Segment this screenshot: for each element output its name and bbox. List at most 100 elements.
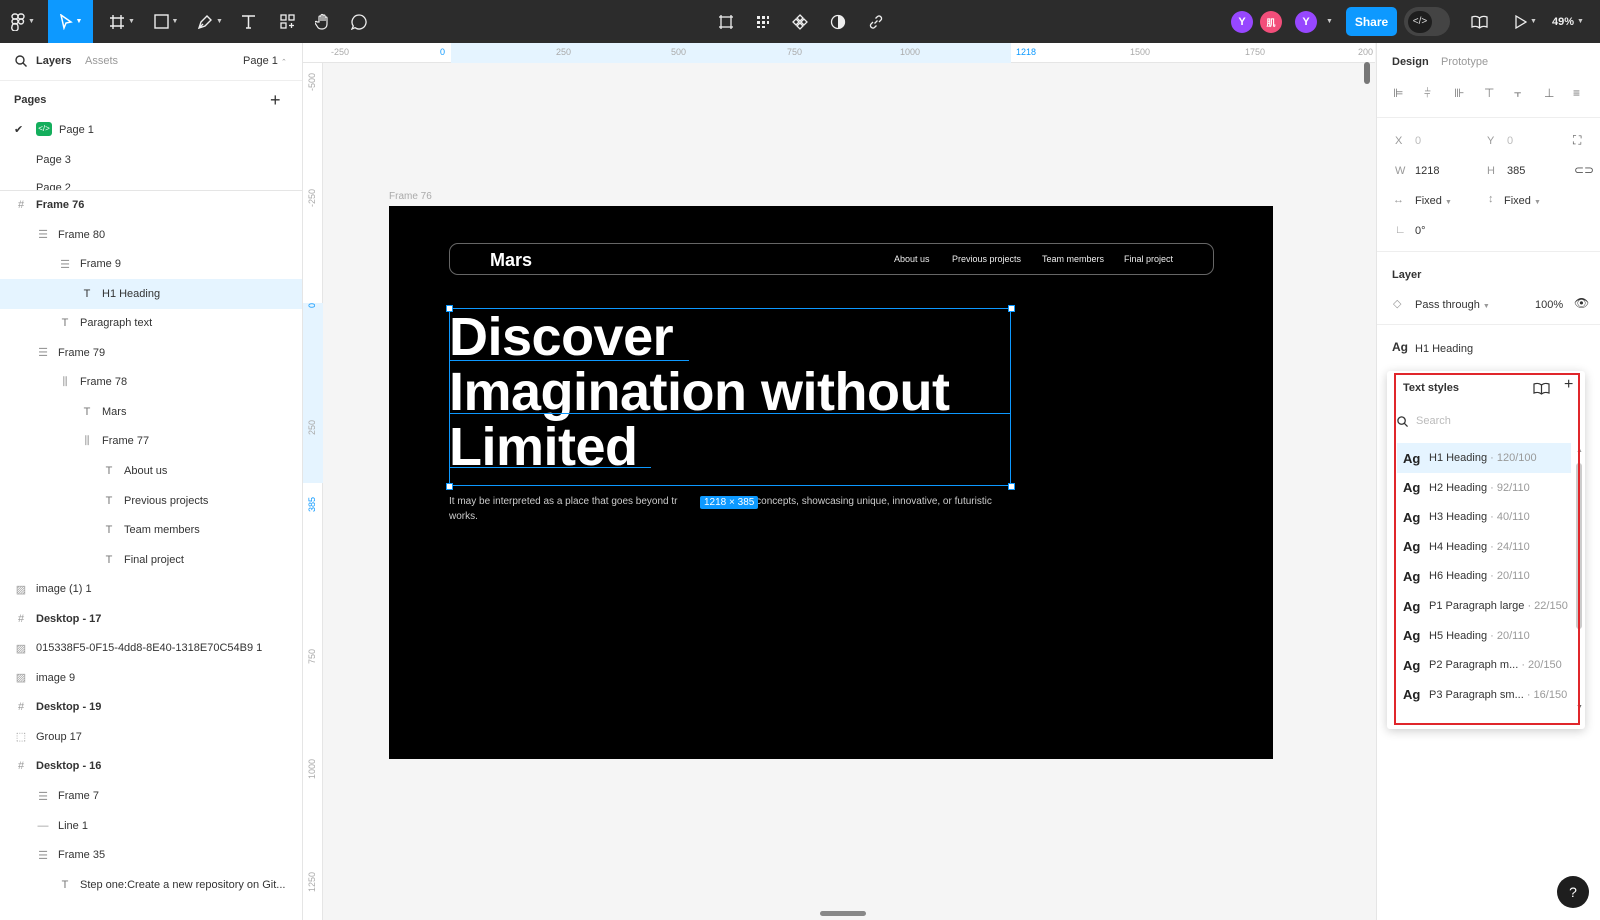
create-component-button[interactable] xyxy=(789,0,811,43)
layer-row[interactable]: ⬚ Group 17 xyxy=(0,722,302,752)
opacity-field[interactable]: 100% xyxy=(1535,299,1563,311)
align-left-icon[interactable]: ⊫ xyxy=(1393,86,1409,102)
nav-bar[interactable]: Mars About us Previous projects Team mem… xyxy=(449,243,1214,275)
layer-row[interactable]: ☰ Frame 7 xyxy=(0,781,302,811)
constrain-proportions-icon[interactable]: ⊂⊃ xyxy=(1574,163,1594,177)
align-top-icon[interactable]: ⊤ xyxy=(1484,86,1500,102)
auto-layout-grid-button[interactable] xyxy=(752,0,774,43)
layer-row[interactable]: ⫼ Frame 78 xyxy=(0,367,302,397)
layer-row[interactable]: T Previous projects xyxy=(0,486,302,516)
layer-name: About us xyxy=(124,464,168,477)
pen-tool-button[interactable]: ▼ xyxy=(190,0,230,43)
text-tool-button[interactable] xyxy=(236,0,260,43)
layer-name: Frame 9 xyxy=(80,258,121,271)
align-center-horizontal-icon[interactable]: ⫩ xyxy=(1424,86,1440,102)
avatar[interactable]: Y xyxy=(1231,11,1253,33)
layer-row[interactable]: T Team members xyxy=(0,515,302,545)
main-menu-button[interactable]: ▼ xyxy=(6,0,40,43)
resize-handle[interactable] xyxy=(1008,483,1015,490)
zoom-dropdown[interactable]: 49% ▼ xyxy=(1552,0,1584,43)
tab-design[interactable]: Design xyxy=(1392,56,1429,68)
canvas-scrollbar-vertical[interactable] xyxy=(1364,62,1370,84)
y-field[interactable]: 0 xyxy=(1507,135,1513,147)
resources-button[interactable] xyxy=(276,0,298,43)
layer-name: Desktop - 16 xyxy=(36,760,102,773)
text-style-current[interactable]: H1 Heading xyxy=(1415,343,1473,355)
width-field[interactable]: 1218 xyxy=(1415,165,1439,177)
layer-row[interactable]: # Desktop - 17 xyxy=(0,604,302,634)
add-page-icon[interactable]: + xyxy=(270,90,281,111)
tab-prototype[interactable]: Prototype xyxy=(1441,56,1488,68)
move-tool-button[interactable]: ▼ xyxy=(48,0,93,43)
layer-row[interactable]: ⫼ Frame 77 xyxy=(0,426,302,456)
avatars-dropdown-icon[interactable]: ▼ xyxy=(1326,18,1333,25)
rotation-field[interactable]: 0° xyxy=(1415,225,1426,237)
resize-handle[interactable] xyxy=(446,305,453,312)
x-field[interactable]: 0 xyxy=(1415,135,1421,147)
comment-tool-button[interactable] xyxy=(348,0,370,43)
page-item[interactable]: Page 1 xyxy=(59,124,94,136)
layer-row[interactable]: ▨ image (1) 1 xyxy=(0,574,302,604)
layer-name: Frame 80 xyxy=(58,228,106,241)
align-right-icon[interactable]: ⊪ xyxy=(1454,86,1470,102)
tab-assets[interactable]: Assets xyxy=(85,55,118,67)
layer-row[interactable]: # Frame 76 xyxy=(0,190,302,220)
layer-row[interactable]: T Mars xyxy=(0,397,302,427)
nav-link-projects[interactable]: Previous projects xyxy=(952,254,1021,264)
text-baseline xyxy=(449,413,1011,414)
tab-layers[interactable]: Layers xyxy=(36,55,71,67)
layer-row[interactable]: ☰ Frame 35 xyxy=(0,840,302,870)
layer-row[interactable]: T About us xyxy=(0,456,302,486)
nav-logo[interactable]: Mars xyxy=(490,250,532,271)
blend-mode-select[interactable]: Pass through ▼ xyxy=(1415,299,1490,311)
search-icon[interactable] xyxy=(15,55,27,67)
eye-icon[interactable]: 👁 xyxy=(1574,296,1589,310)
layer-row[interactable]: T H1 Heading xyxy=(0,278,302,309)
avatar[interactable]: 肌 xyxy=(1260,11,1282,33)
layer-name: image 9 xyxy=(36,671,76,684)
shape-tool-button[interactable]: ▼ xyxy=(146,0,186,43)
frame-label[interactable]: Frame 76 xyxy=(389,191,432,202)
crop-button[interactable] xyxy=(715,0,737,43)
align-center-vertical-icon[interactable]: ⫟ xyxy=(1514,86,1530,102)
layer-row[interactable]: T Final project xyxy=(0,545,302,575)
nav-link-about[interactable]: About us xyxy=(894,254,930,264)
height-field[interactable]: 385 xyxy=(1507,165,1525,177)
canvas-scrollbar-horizontal[interactable] xyxy=(820,911,866,916)
layer-row[interactable]: — Line 1 xyxy=(0,811,302,841)
layer-row[interactable]: ☰ Frame 79 xyxy=(0,338,302,368)
share-button[interactable]: Share xyxy=(1346,7,1397,36)
mask-button[interactable] xyxy=(827,0,849,43)
layer-row[interactable]: # Desktop - 16 xyxy=(0,751,302,781)
layer-row[interactable]: T Step one:Create a new repository on Git… xyxy=(0,870,302,900)
hand-tool-button[interactable] xyxy=(312,0,334,43)
layer-row[interactable]: ▨ image 9 xyxy=(0,663,302,693)
constraints-icon[interactable]: ⛶ xyxy=(1573,133,1581,148)
selection-box[interactable] xyxy=(449,308,1011,486)
avatar[interactable]: Y xyxy=(1295,11,1317,33)
align-bottom-icon[interactable]: ⊥ xyxy=(1544,86,1560,102)
zoom-value: 49% xyxy=(1552,15,1575,28)
page-item[interactable]: Page 3 xyxy=(36,154,71,166)
link-button[interactable] xyxy=(865,0,887,43)
frame-76[interactable]: Mars About us Previous projects Team mem… xyxy=(389,206,1273,759)
layer-row[interactable]: # Desktop - 19 xyxy=(0,692,302,722)
nav-link-final[interactable]: Final project xyxy=(1124,254,1173,264)
image-icon: ▨ xyxy=(15,672,27,685)
layer-row[interactable]: T Paragraph text xyxy=(0,308,302,338)
library-button[interactable] xyxy=(1468,0,1490,43)
dev-mode-toggle[interactable]: </> xyxy=(1404,7,1450,36)
present-button[interactable]: ▼ xyxy=(1510,0,1542,43)
help-button[interactable]: ? xyxy=(1557,876,1589,908)
nav-link-team[interactable]: Team members xyxy=(1042,254,1104,264)
resize-handle[interactable] xyxy=(1008,305,1015,312)
width-mode-select[interactable]: Fixed ▼ xyxy=(1415,195,1452,207)
height-mode-select[interactable]: Fixed ▼ xyxy=(1504,195,1541,207)
page-selector[interactable]: Page 1 ⌃ xyxy=(243,55,287,67)
layer-row[interactable]: ☰ Frame 80 xyxy=(0,220,302,250)
resize-handle[interactable] xyxy=(446,483,453,490)
layer-row[interactable]: ☰ Frame 9 xyxy=(0,249,302,279)
distribute-icon[interactable]: ≡ xyxy=(1573,86,1589,102)
frame-tool-button[interactable]: ▼ xyxy=(102,0,142,43)
layer-row[interactable]: ▨ 015338F5-0F15-4dd8-8E40-1318E70C54B9 1 xyxy=(0,633,302,663)
